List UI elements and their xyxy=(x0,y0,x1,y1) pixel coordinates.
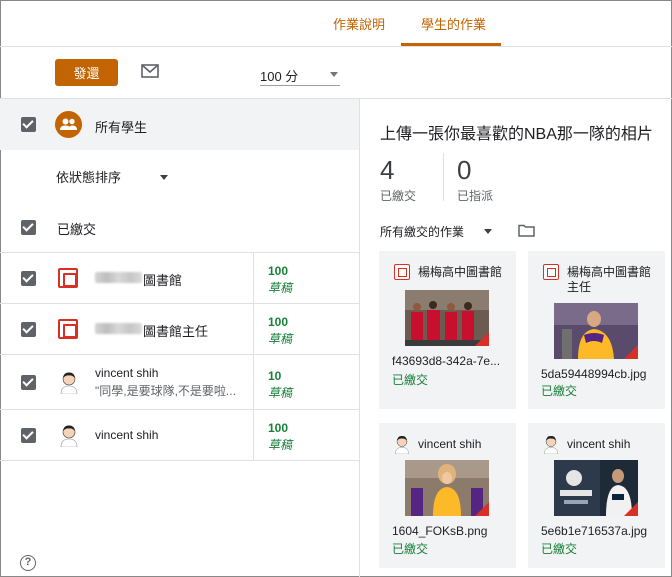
submitted-section-label: 已繳交 xyxy=(57,222,97,237)
return-button[interactable]: 發還 xyxy=(55,59,118,86)
all-students-row[interactable]: 所有學生 xyxy=(0,99,359,150)
points-select[interactable]: 100 分 xyxy=(260,66,340,86)
student-checkbox[interactable] xyxy=(21,428,36,443)
chevron-down-icon xyxy=(330,72,338,77)
redacted-name xyxy=(95,272,142,283)
card-student-name: vincent shih xyxy=(567,437,631,451)
folder-icon[interactable] xyxy=(518,224,535,237)
top-tabs: 作業說明 學生的作業 xyxy=(0,0,672,47)
student-grade[interactable]: 100 xyxy=(268,421,288,435)
active-tab-indicator xyxy=(401,43,501,46)
all-students-label: 所有學生 xyxy=(95,120,148,135)
card-status: 已繳交 xyxy=(541,542,578,556)
chevron-down-icon[interactable] xyxy=(160,175,168,180)
student-grade[interactable]: 100 xyxy=(268,315,288,329)
group-icon xyxy=(55,111,82,138)
assigned-label: 已指派 xyxy=(457,189,494,203)
grade-status: 草稿 xyxy=(268,386,293,400)
person-avatar xyxy=(60,425,78,447)
column-divider xyxy=(253,304,254,354)
student-name: 圖書館 xyxy=(143,273,183,288)
card-file-name[interactable]: 5da59448994cb.jpg xyxy=(541,367,659,381)
submission-card[interactable]: vincent shih 5e6b1e716537a.jpg 已繳交 xyxy=(528,423,665,568)
submission-thumbnail[interactable] xyxy=(554,303,638,359)
student-name: vincent shih xyxy=(95,428,159,442)
column-divider xyxy=(253,253,254,303)
submission-thumbnail[interactable] xyxy=(554,460,638,516)
card-file-name[interactable]: 1604_FOKsB.png xyxy=(392,524,510,538)
submission-card[interactable]: 楊梅高中圖書館 f43693d8-342a-7e... 已繳交 xyxy=(379,251,516,409)
column-divider xyxy=(253,410,254,460)
grade-status: 草稿 xyxy=(268,281,293,295)
student-row[interactable]: 圖書館主任 100 草稿 xyxy=(0,303,359,354)
card-student-name: 楊梅高中圖書館 xyxy=(418,265,503,279)
student-name: vincent shih xyxy=(95,366,159,380)
count-divider xyxy=(443,153,444,201)
photo-box-icon xyxy=(543,264,559,280)
card-file-name[interactable]: f43693d8-342a-7e... xyxy=(392,354,510,368)
card-student-name: 楊梅高中圖書館主任 xyxy=(567,265,652,294)
card-status: 已繳交 xyxy=(541,384,578,398)
all-students-checkbox[interactable] xyxy=(21,117,36,132)
card-status: 已繳交 xyxy=(392,373,429,387)
submitted-section-checkbox[interactable] xyxy=(21,220,36,235)
photo-box-icon xyxy=(394,264,410,280)
student-grade[interactable]: 10 xyxy=(268,369,281,383)
points-value: 100 分 xyxy=(260,69,299,84)
help-icon[interactable]: ? xyxy=(20,555,36,571)
tab-instructions[interactable]: 作業說明 xyxy=(333,14,385,33)
email-icon[interactable] xyxy=(141,64,159,78)
student-checkbox[interactable] xyxy=(21,271,36,286)
student-row[interactable]: 圖書館 100 草稿 xyxy=(0,252,359,303)
submission-thumbnail[interactable] xyxy=(405,460,489,516)
card-file-name[interactable]: 5e6b1e716537a.jpg xyxy=(541,524,659,538)
submission-filter-select[interactable]: 所有繳交的作業 xyxy=(380,223,464,240)
private-comment[interactable]: "同學,是要球隊,不是要啦... xyxy=(95,382,236,399)
student-checkbox[interactable] xyxy=(21,322,36,337)
handed-in-label: 已繳交 xyxy=(380,189,417,203)
redacted-name xyxy=(95,323,142,334)
assigned-count: 0 xyxy=(457,155,472,185)
tab-student-work[interactable]: 學生的作業 xyxy=(421,14,486,33)
sort-select[interactable]: 依狀態排序 xyxy=(56,167,121,186)
person-avatar xyxy=(544,436,558,454)
student-row[interactable]: vincent shih 100 草稿 xyxy=(0,409,359,461)
grade-status: 草稿 xyxy=(268,438,293,452)
submission-thumbnail[interactable] xyxy=(405,290,489,346)
submission-card[interactable]: 楊梅高中圖書館主任 5da59448994cb.jpg 已繳交 xyxy=(528,251,665,409)
student-grade[interactable]: 100 xyxy=(268,264,288,278)
student-row[interactable]: vincent shih "同學,是要球隊,不是要啦... 10 草稿 xyxy=(0,354,359,409)
submitted-section-header: 已繳交 xyxy=(0,207,359,252)
column-divider xyxy=(253,355,254,409)
students-panel: 所有學生 依狀態排序 已繳交 圖書館 100 草稿 圖書館主任 100 草稿 v… xyxy=(0,99,360,577)
photo-box-icon xyxy=(58,268,78,288)
assignment-panel: 上傳一張你最喜歡的NBA那一隊的相片 4 已繳交 0 已指派 所有繳交的作業 楊… xyxy=(360,99,672,577)
toolbar: 發還 100 分 xyxy=(0,47,672,99)
person-avatar xyxy=(60,372,78,394)
student-name: 圖書館主任 xyxy=(143,324,209,339)
person-avatar xyxy=(395,436,409,454)
chevron-down-icon[interactable] xyxy=(484,229,492,234)
handed-in-count: 4 xyxy=(380,155,395,185)
photo-box-icon xyxy=(58,319,78,339)
card-status: 已繳交 xyxy=(392,542,429,556)
assignment-title: 上傳一張你最喜歡的NBA那一隊的相片 xyxy=(380,126,653,143)
card-student-name: vincent shih xyxy=(418,437,482,451)
grade-status: 草稿 xyxy=(268,332,293,346)
submission-card[interactable]: vincent shih 1604_FOKsB.png 已繳交 xyxy=(379,423,516,568)
student-checkbox[interactable] xyxy=(21,375,36,390)
